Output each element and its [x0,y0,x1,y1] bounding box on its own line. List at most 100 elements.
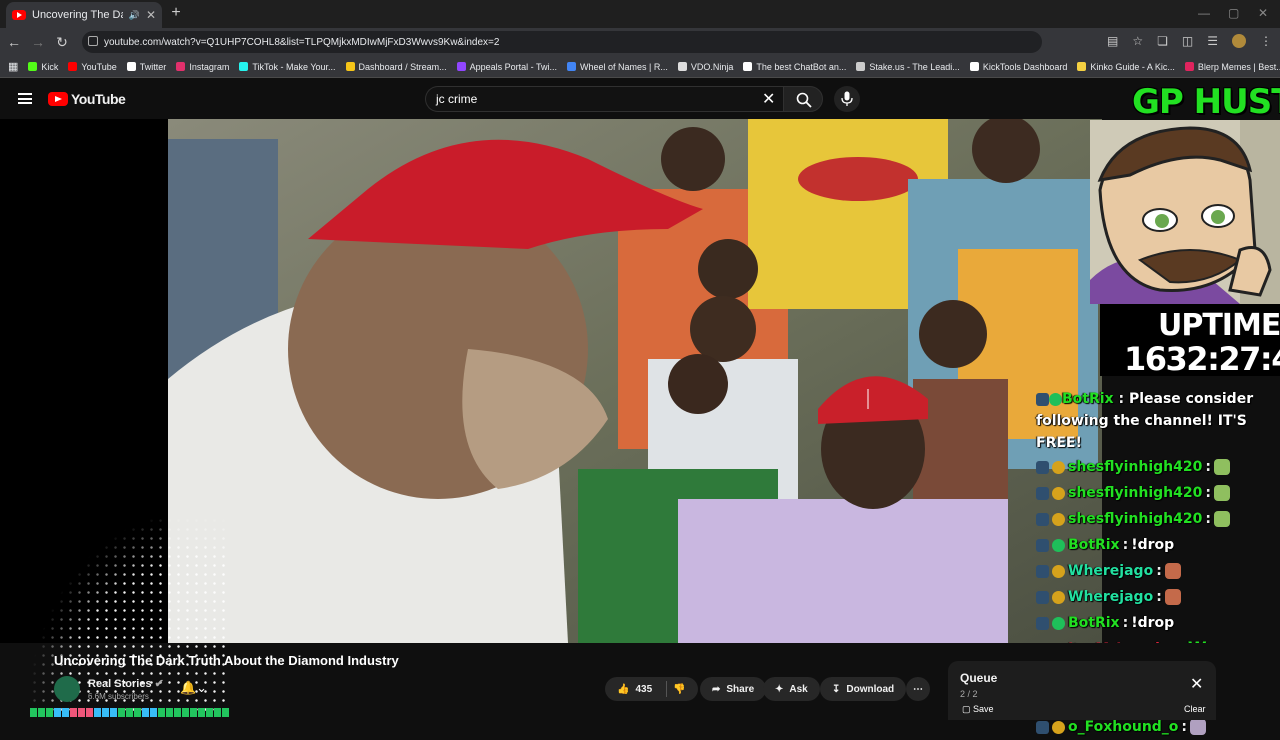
chat-message: BotRix : Please consider following the c… [1036,388,1280,454]
media-controls-icon[interactable]: ☰ [1207,34,1218,48]
ask-label: Ask [789,683,808,695]
menu-hamburger-icon[interactable] [18,93,32,104]
youtube-logo[interactable]: YouTube [48,91,126,107]
apps-grid-icon[interactable]: ▦ [8,60,18,73]
chat-message: Wherejago : [1036,558,1280,584]
search-icon [796,92,812,108]
bookmark-item[interactable]: Twitter [126,61,167,72]
user-badge-icon [1052,720,1065,734]
share-button[interactable]: ➦ Share [700,677,767,701]
bookmark-label: Twitter [139,61,167,72]
user-badge-icon [1052,460,1065,474]
more-horizontal-icon: ⋯ [913,683,923,695]
chat-username: shesflyinhigh420 [1068,511,1203,527]
ask-button[interactable]: ✦ Ask [763,677,820,701]
menu-kebab-icon[interactable]: ⋮ [1260,34,1272,48]
maximize-button[interactable]: ▢ [1228,6,1239,20]
browser-tab-strip: Uncovering The Dark Truth 🔊 ✕ + — ▢ ✕ [0,0,1280,28]
queue-close-icon[interactable]: ✕ [1190,674,1203,694]
like-count: 435 [635,683,653,695]
browser-toolbar: ← → ↻ youtube.com/watch?v=Q1UHP7COHL8&li… [0,28,1280,56]
goal-segment [206,708,213,717]
bookmark-item[interactable]: Stake.us - The Leadi... [856,62,960,72]
bookmark-label: VDO.Ninja [690,61,734,72]
bookmark-item[interactable]: Kinko Guide - A Kic... [1077,62,1175,72]
platform-badge-icon [1036,616,1049,630]
extensions-icon[interactable]: ❏ [1157,34,1168,48]
address-bar[interactable]: youtube.com/watch?v=Q1UHP7COHL8&list=TLP… [82,31,1042,53]
queue-clear-button[interactable]: Clear [1184,704,1206,714]
bookmark-item[interactable]: Instagram [176,62,229,72]
like-button[interactable]: 👍 435 👎 [605,677,698,701]
bookmark-label: Kinko Guide - A Kic... [1090,61,1175,72]
uptime-label: UPTIME [1158,308,1280,343]
youtube-header: YouTube jc crime ✕ [0,79,1280,119]
stream-goal-bar [30,708,229,717]
video-player[interactable] [168,119,1102,643]
bookmark-label: Kick [41,61,59,72]
cartoon-avatar-image [1090,120,1280,304]
bookmark-item[interactable]: Blerp Memes | Best... [1184,62,1280,72]
logo-text: YouTube [71,91,126,107]
chat-username: Wherejago [1068,589,1154,605]
user-badge-icon [1052,486,1065,500]
goal-segment [166,708,173,717]
goal-segment [158,708,165,717]
close-tab-icon[interactable]: ✕ [146,8,156,22]
voice-search-button[interactable] [834,86,860,112]
bookmark-item[interactable]: Appeals Portal - Twi... [456,62,557,72]
profile-avatar[interactable] [1232,34,1246,48]
new-tab-button[interactable]: + [168,5,184,22]
chat-message: BotRix : !drop [1036,610,1280,636]
channel-name[interactable]: Real Stories ✔ [88,677,164,690]
notification-bell-icon[interactable]: 🔔⌄ [180,680,207,696]
platform-badge-icon [1036,720,1049,734]
share-icon: ➦ [712,683,721,695]
chat-separator: : [1122,537,1129,553]
chat-username: shesflyinhigh420 [1068,459,1203,475]
tab-title: Uncovering The Dark Truth [32,9,123,21]
thumbs-up-icon: 👍 [617,683,630,695]
forward-button[interactable]: → [26,34,50,50]
clear-search-icon[interactable]: ✕ [762,89,775,109]
minimize-button[interactable]: — [1198,6,1210,20]
bookmark-item[interactable]: KickTools Dashboard [969,62,1067,72]
youtube-favicon-icon [12,10,26,20]
thumbs-down-icon[interactable]: 👎 [673,684,685,695]
bookmark-item[interactable]: VDO.Ninja [677,61,734,72]
search-button[interactable] [783,86,823,112]
goal-segment [174,708,181,717]
back-button[interactable]: ← [2,34,26,50]
bookmark-star-icon[interactable]: ☆ [1132,34,1143,48]
reload-button[interactable]: ↻ [50,34,74,51]
chat-separator: : [1122,615,1129,631]
search-input[interactable]: jc crime [425,86,783,112]
goal-segment [94,708,101,717]
bookmark-item[interactable]: Kick [28,62,58,72]
bookmark-item[interactable]: Wheel of Names | R... [566,62,668,72]
bookmark-item[interactable]: YouTube [68,62,117,72]
bookmark-item[interactable]: The best ChatBot an... [743,62,846,72]
bookmark-item[interactable]: TikTok - Make Your... [239,62,336,72]
platform-badge-icon [1036,564,1049,578]
download-button[interactable]: ↧ Download [820,677,907,701]
goal-segment [86,708,93,717]
browser-tab[interactable]: Uncovering The Dark Truth 🔊 ✕ [6,2,162,28]
bookmark-item[interactable]: Dashboard / Stream... [345,62,447,72]
site-info-icon[interactable] [88,36,98,46]
share-label: Share [726,683,755,695]
goal-segment [30,708,37,717]
close-window-button[interactable]: ✕ [1258,6,1268,20]
chat-username: BotRix [1062,391,1114,407]
queue-save-button[interactable]: ▢ Save [962,704,994,715]
channel-avatar[interactable] [54,676,80,702]
more-actions-button[interactable]: ⋯ [906,677,930,701]
platform-badge-icon [1036,512,1049,526]
speaker-icon[interactable]: 🔊 [129,10,140,21]
goal-segment [62,708,69,717]
cast-icon[interactable]: ▤ [1107,34,1118,48]
goal-segment [198,708,205,717]
sidepanel-icon[interactable]: ◫ [1182,34,1193,48]
goal-segment [142,708,149,717]
chat-username: BotRix [1068,615,1120,631]
